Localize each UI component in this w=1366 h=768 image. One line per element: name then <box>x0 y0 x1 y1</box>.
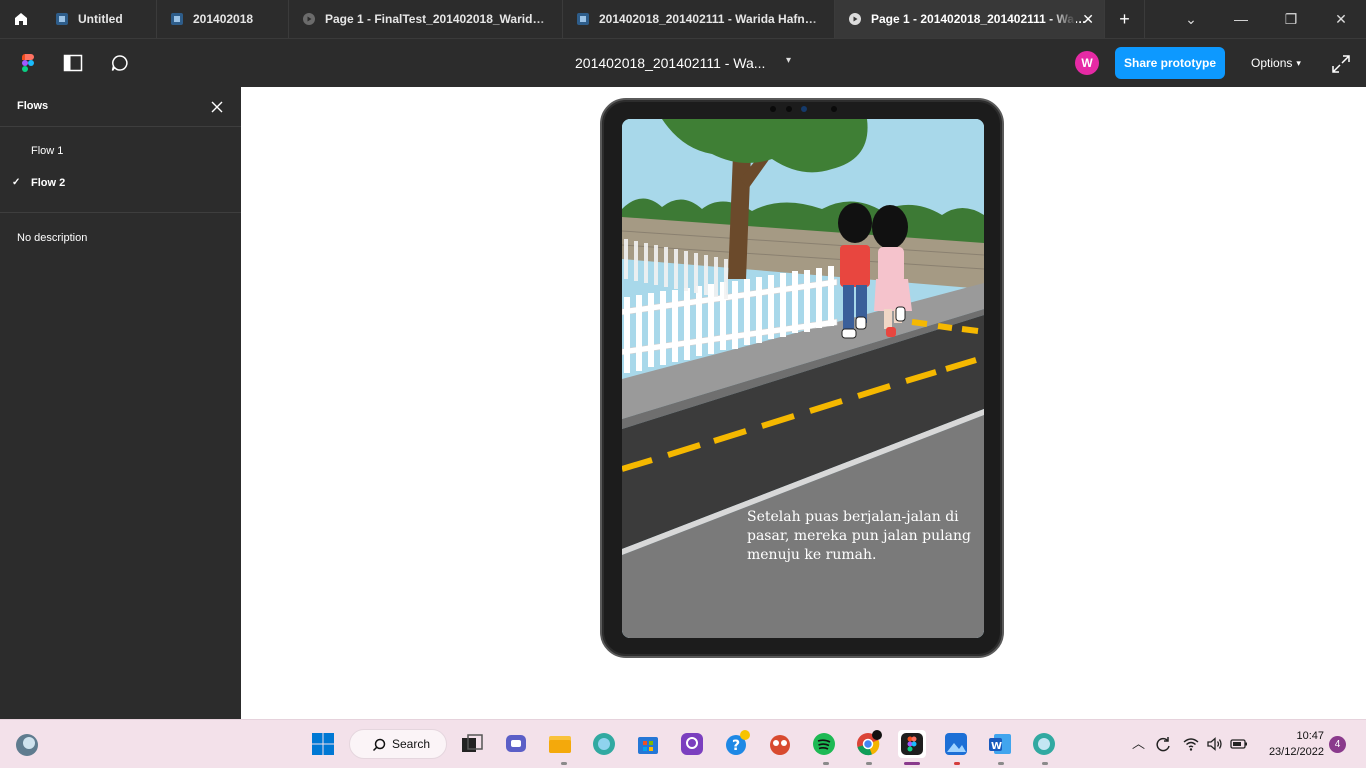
chevron-down-icon: ▾ <box>1296 57 1301 68</box>
show-hidden-icons-icon[interactable]: ︿ <box>1132 733 1145 752</box>
file-explorer-icon[interactable] <box>546 730 574 758</box>
tab-untitled[interactable]: Untitled <box>42 0 157 38</box>
chrome-icon[interactable] <box>854 730 882 758</box>
options-button[interactable]: Options ▾ <box>1240 47 1312 79</box>
taskbar-search[interactable]: Search <box>349 729 447 759</box>
figma-file-icon <box>56 13 68 25</box>
spotify-icon[interactable] <box>810 730 838 758</box>
battery-icon[interactable] <box>1230 736 1248 752</box>
tab-label: Untitled <box>78 12 123 26</box>
flow-label: Flow 2 <box>31 177 66 189</box>
tab-active-prototype[interactable]: Page 1 - 201402018_201402111 - Warida Ha… <box>835 0 1105 38</box>
tab-fade <box>808 0 834 38</box>
flows-panel: Flows Flow 1 ✓ Flow 2 No description <box>0 87 241 719</box>
story-caption: Setelah puas berjalan-jalan di pasar, me… <box>747 509 971 563</box>
prototype-play-icon <box>303 13 315 25</box>
minimize-button[interactable]: — <box>1216 0 1266 38</box>
comment-icon[interactable] <box>110 53 130 73</box>
running-indicator-active <box>904 762 920 765</box>
tablet-device-frame: Setelah puas berjalan-jalan di pasar, me… <box>600 98 1004 658</box>
checkmark-icon: ✓ <box>12 177 21 188</box>
toggle-sidebar-icon[interactable] <box>63 53 83 73</box>
fullscreen-expand-icon[interactable] <box>1330 53 1352 75</box>
document-title[interactable]: 201402018_201402111 - Wa... <box>575 55 765 71</box>
word-icon[interactable]: W <box>986 730 1014 758</box>
clock-time: 10:47 <box>1296 730 1324 742</box>
figma-app-icon[interactable] <box>898 730 926 758</box>
chevron-down-icon[interactable]: ▾ <box>786 55 791 66</box>
share-prototype-button[interactable]: Share prototype <box>1115 47 1225 79</box>
weather-widget-icon[interactable] <box>14 732 40 758</box>
task-view-icon[interactable] <box>458 730 486 758</box>
tab-label: Page 1 - FinalTest_201402018_Warida Hafn… <box>325 12 548 26</box>
running-indicator <box>1042 762 1048 765</box>
figma-file-icon <box>577 13 589 25</box>
flow-description: No description <box>17 232 88 244</box>
tab-fade <box>536 0 562 38</box>
close-window-button[interactable]: ✕ <box>1316 0 1366 38</box>
edge-profile-icon[interactable] <box>1030 730 1058 758</box>
figma-file-icon <box>171 13 183 25</box>
search-icon <box>372 738 386 752</box>
windows-start-icon[interactable] <box>309 730 337 758</box>
close-icon[interactable] <box>208 98 226 116</box>
browser-tab-bar: Untitled 201402018 Page 1 - FinalTest_20… <box>0 0 1366 38</box>
tabs-dropdown-icon[interactable]: ⌄ <box>1166 0 1216 38</box>
new-tab-button[interactable]: + <box>1105 0 1145 38</box>
running-indicator <box>823 762 829 765</box>
edge-browser-icon[interactable] <box>590 730 618 758</box>
flows-panel-title: Flows <box>17 100 49 112</box>
tab-201402018-201402111-file[interactable]: 201402018_201402111 - Warida Hafni Harah… <box>563 0 835 38</box>
tab-label: 201402018 <box>193 12 254 26</box>
tab-201402018[interactable]: 201402018 <box>157 0 289 38</box>
tab-close-icon[interactable]: ✕ <box>1082 11 1094 28</box>
search-label: Search <box>392 737 431 751</box>
avatar[interactable]: W <box>1075 51 1099 75</box>
prototype-frame-screen[interactable]: Setelah puas berjalan-jalan di pasar, me… <box>622 119 984 638</box>
flows-panel-header: Flows <box>0 87 241 127</box>
help-app-icon[interactable]: ? <box>722 730 750 758</box>
sync-icon[interactable] <box>1154 735 1172 753</box>
podcast-app-icon[interactable] <box>678 730 706 758</box>
flow-item-1[interactable]: Flow 1 <box>0 135 241 167</box>
options-label: Options <box>1251 56 1293 70</box>
home-icon[interactable] <box>0 0 42 38</box>
tab-fade <box>1050 0 1076 38</box>
running-indicator <box>866 762 872 765</box>
photos-app-icon[interactable] <box>942 730 970 758</box>
running-indicator <box>561 762 567 765</box>
camera-dot <box>801 106 807 112</box>
running-indicator <box>954 762 960 765</box>
running-indicator <box>998 762 1004 765</box>
svg-text:?: ? <box>732 738 740 754</box>
teams-chat-icon[interactable] <box>502 730 530 758</box>
tab-label: 201402018_201402111 - Warida Hafni Harah… <box>599 12 820 26</box>
tab-finaltest-prototype[interactable]: Page 1 - FinalTest_201402018_Warida Hafn… <box>289 0 563 38</box>
sensor-dot <box>831 106 837 112</box>
figma-logo-icon[interactable] <box>18 53 38 73</box>
svg-text:W: W <box>991 741 1002 752</box>
sensor-dot <box>786 106 792 112</box>
clock-date: 23/12/2022 <box>1268 746 1324 758</box>
window-controls: ⌄ — ❐ ✕ <box>1166 0 1366 38</box>
prototype-toolbar: 201402018_201402111 - Wa... ▾ W Share pr… <box>0 38 1366 86</box>
flow-label: Flow 1 <box>31 145 64 157</box>
flow-item-2[interactable]: ✓ Flow 2 <box>0 167 241 199</box>
sensor-dot <box>770 106 776 112</box>
prototype-canvas: Setelah puas berjalan-jalan di pasar, me… <box>241 87 1366 719</box>
wifi-icon[interactable] <box>1182 735 1200 753</box>
restore-button[interactable]: ❐ <box>1266 0 1316 38</box>
volume-icon[interactable] <box>1206 735 1224 753</box>
system-clock[interactable]: 10:47 23/12/2022 <box>1262 728 1324 760</box>
flow-list: Flow 1 ✓ Flow 2 <box>0 127 241 213</box>
notification-badge[interactable]: 4 <box>1329 736 1346 753</box>
prototype-play-icon <box>849 13 861 25</box>
game-app-icon[interactable] <box>766 730 794 758</box>
microsoft-store-icon[interactable] <box>634 730 662 758</box>
windows-taskbar: Search ? W ︿ 10:47 23/12/2022 4 <box>0 719 1366 768</box>
